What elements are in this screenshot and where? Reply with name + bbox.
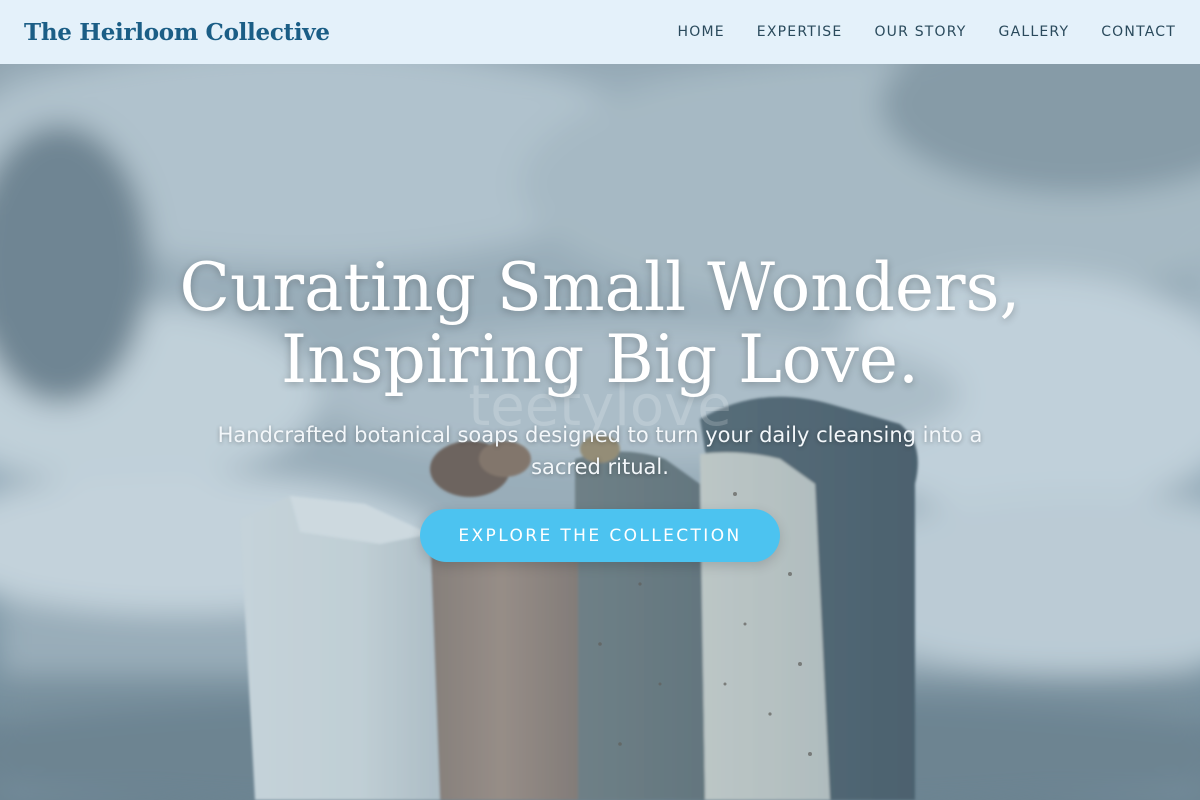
site-header: The Heirloom Collective HOME EXPERTISE O… [0, 0, 1200, 64]
site-logo[interactable]: The Heirloom Collective [24, 19, 330, 46]
hero-subtitle: Handcrafted botanical soaps designed to … [217, 423, 983, 479]
nav-our-story[interactable]: OUR STORY [874, 24, 966, 40]
main-nav: HOME EXPERTISE OUR STORY GALLERY CONTACT [646, 24, 1176, 40]
nav-home[interactable]: HOME [678, 24, 725, 40]
hero-content: teetylove Curating Small Wonders, Inspir… [0, 64, 1200, 800]
nav-contact[interactable]: CONTACT [1101, 24, 1176, 40]
hero-title: Curating Small Wonders, Inspiring Big Lo… [100, 252, 1100, 396]
explore-collection-button[interactable]: EXPLORE THE COLLECTION [420, 509, 780, 562]
hero-title-line-2: Inspiring Big Love. [281, 321, 919, 398]
hero-section: teetylove Curating Small Wonders, Inspir… [0, 64, 1200, 800]
hero-title-line-1: Curating Small Wonders, [179, 249, 1021, 326]
nav-expertise[interactable]: EXPERTISE [757, 24, 843, 40]
nav-gallery[interactable]: GALLERY [999, 24, 1070, 40]
